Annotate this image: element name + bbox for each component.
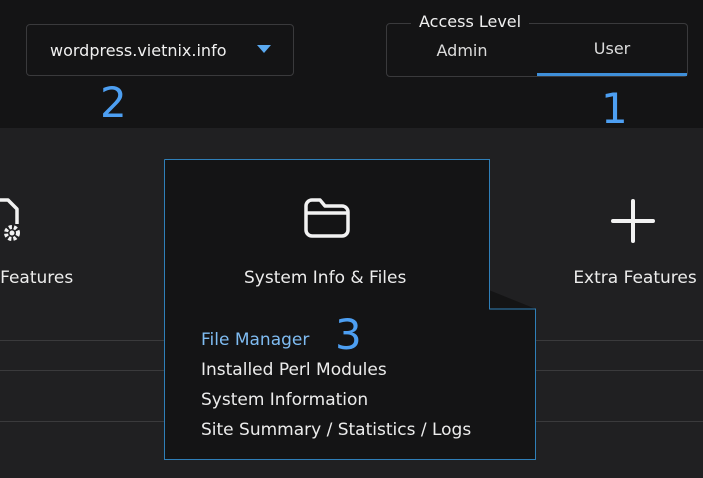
plus-icon — [611, 199, 655, 243]
domain-selector[interactable]: wordpress.vietnix.info — [26, 24, 294, 76]
submenu-item-perl-modules[interactable]: Installed Perl Modules — [201, 359, 471, 389]
feature-system-info-label[interactable]: System Info & Files — [244, 268, 406, 288]
submenu-item-system-information[interactable]: System Information — [201, 389, 471, 419]
submenu-item-site-summary[interactable]: Site Summary / Statistics / Logs — [201, 419, 471, 449]
feature-extra[interactable]: Extra Features — [560, 199, 703, 288]
feature-extra-label: Extra Features — [573, 268, 697, 288]
folder-icon — [304, 198, 350, 238]
file-settings-icon — [0, 198, 20, 241]
domain-selector-value: wordpress.vietnix.info — [50, 40, 227, 60]
access-level-admin[interactable]: Admin — [387, 24, 537, 76]
feature-advanced-label: l Features — [0, 268, 74, 288]
annotation-marker-1: 1 — [601, 84, 628, 133]
annotation-marker-2: 2 — [100, 78, 127, 127]
chevron-down-icon[interactable] — [257, 45, 271, 53]
access-level-user[interactable]: User — [537, 24, 687, 76]
access-level-toggle: Access Level Admin User — [386, 12, 688, 77]
annotation-marker-3: 3 — [335, 310, 362, 359]
